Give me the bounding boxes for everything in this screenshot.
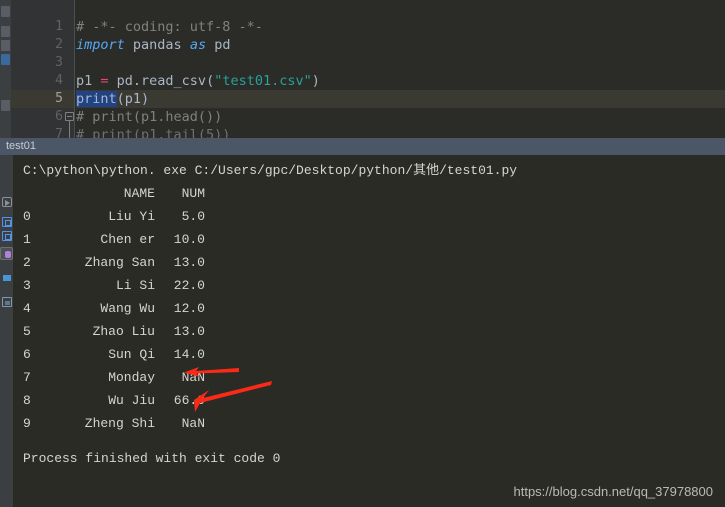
- run-console-pane: C:\python\python. exe C:/Users/gpc/Deskt…: [0, 155, 725, 507]
- code-fold-toggle-icon[interactable]: [65, 112, 74, 121]
- soft-wrap-icon[interactable]: [2, 273, 12, 283]
- header-name: NAME: [123, 186, 155, 201]
- cell-index: 1: [23, 232, 31, 247]
- cell-index: 7: [23, 370, 31, 385]
- line-number-4[interactable]: 4: [11, 72, 63, 90]
- cell-num: 13.0: [173, 255, 205, 270]
- cell-num: 14.0: [173, 347, 205, 362]
- code-line-7[interactable]: # print(p1.tail(5)): [76, 126, 725, 138]
- change-marker-icon[interactable]: [1, 40, 10, 51]
- cell-num: NaN: [181, 370, 205, 385]
- cell-index: 8: [23, 393, 31, 408]
- code-line-6[interactable]: # print(p1.head()): [76, 108, 725, 126]
- cell-index: 4: [23, 301, 31, 316]
- cell-name: Sun Qi: [108, 347, 155, 362]
- editor-marker-strip[interactable]: [0, 0, 11, 138]
- console-output-text[interactable]: C:\python\python. exe C:/Users/gpc/Deskt…: [13, 155, 725, 507]
- line-number-5[interactable]: 5: [11, 90, 63, 108]
- code-token: =: [100, 73, 109, 89]
- code-token: print: [76, 91, 117, 107]
- pages-down-icon[interactable]: [2, 231, 12, 241]
- watermark-url: https://blog.csdn.net/qq_37978800: [513, 484, 714, 499]
- cell-index: 0: [23, 209, 31, 224]
- code-token: # print(p1.tail(5)): [76, 127, 231, 138]
- selection-marker-icon[interactable]: [1, 54, 10, 65]
- code-token: "test01.csv": [214, 73, 312, 89]
- pages-up-icon[interactable]: [2, 217, 12, 227]
- code-fold-region-line: [69, 121, 70, 138]
- code-token: pd: [206, 37, 231, 53]
- cell-name: Chen er: [100, 232, 155, 247]
- cell-name: Wu Jiu: [108, 393, 155, 408]
- change-marker-icon[interactable]: [1, 26, 10, 37]
- code-line-2[interactable]: import pandas as pd: [76, 36, 725, 54]
- cell-num: 66.0: [173, 393, 205, 408]
- cell-num: 13.0: [173, 324, 205, 339]
- code-line-4[interactable]: p1 = pd.read_csv("test01.csv"): [76, 72, 725, 90]
- code-token: pandas: [124, 37, 190, 53]
- code-token: # print(p1.head()): [76, 109, 223, 125]
- code-token: p1: [76, 73, 101, 89]
- cell-index: 3: [23, 278, 31, 293]
- code-line-5[interactable]: print(p1): [76, 90, 725, 108]
- change-marker-icon[interactable]: [1, 100, 10, 111]
- code-token: as: [189, 37, 207, 53]
- cell-index: 9: [23, 416, 31, 431]
- run-toolwindow-tabbar: test01: [0, 138, 725, 155]
- cell-num: 22.0: [173, 278, 205, 293]
- gutter-divider: [74, 0, 75, 138]
- cell-index: 5: [23, 324, 31, 339]
- code-line-3[interactable]: [76, 54, 725, 72]
- code-token: # -*- coding: utf-8 -*-: [76, 19, 263, 35]
- scroll-to-end-icon[interactable]: [2, 249, 12, 259]
- line-number-1[interactable]: 1: [11, 18, 63, 36]
- code-text-area[interactable]: # -*- coding: utf-8 -*- import pandas as …: [76, 0, 725, 138]
- code-token: pd.read_csv(: [108, 73, 215, 89]
- cell-name: Zhang San: [84, 255, 155, 270]
- code-token: import: [76, 37, 125, 53]
- line-number-7[interactable]: 7: [11, 126, 63, 138]
- code-line-1[interactable]: # -*- coding: utf-8 -*-: [76, 18, 725, 36]
- cell-name: Zheng Shi: [84, 416, 155, 431]
- cell-index: 2: [23, 255, 31, 270]
- console-command-line: C:\python\python. exe C:/Users/gpc/Deskt…: [23, 163, 518, 178]
- code-token: (p1): [116, 91, 150, 107]
- tab-test01[interactable]: test01: [0, 138, 46, 155]
- code-token: ): [311, 73, 320, 89]
- print-icon[interactable]: [2, 297, 12, 307]
- bookmark-marker-icon[interactable]: [1, 6, 10, 17]
- console-side-toolbar: [0, 155, 13, 507]
- code-editor-pane: 1234567 # -*- coding: utf-8 -*- import pa…: [0, 0, 725, 138]
- line-number-2[interactable]: 2: [11, 36, 63, 54]
- pycharm-window: 1234567 # -*- coding: utf-8 -*- import pa…: [0, 0, 725, 507]
- cell-name: Li Si: [115, 278, 155, 293]
- cell-name: Zhao Liu: [92, 324, 155, 339]
- line-number-3[interactable]: 3: [11, 54, 63, 72]
- cell-name: Liu Yi: [108, 209, 155, 224]
- rerun-icon[interactable]: [2, 197, 12, 207]
- console-exit-message: Process finished with exit code 0: [23, 451, 281, 466]
- cell-index: 6: [23, 347, 31, 362]
- cell-num: 5.0: [181, 209, 205, 224]
- cell-name: Wang Wu: [100, 301, 155, 316]
- header-num: NUM: [181, 186, 205, 201]
- cell-name: Monday: [108, 370, 155, 385]
- cell-num: 10.0: [173, 232, 205, 247]
- line-number-6[interactable]: 6: [11, 108, 63, 126]
- cell-num: NaN: [181, 416, 205, 431]
- cell-num: 12.0: [173, 301, 205, 316]
